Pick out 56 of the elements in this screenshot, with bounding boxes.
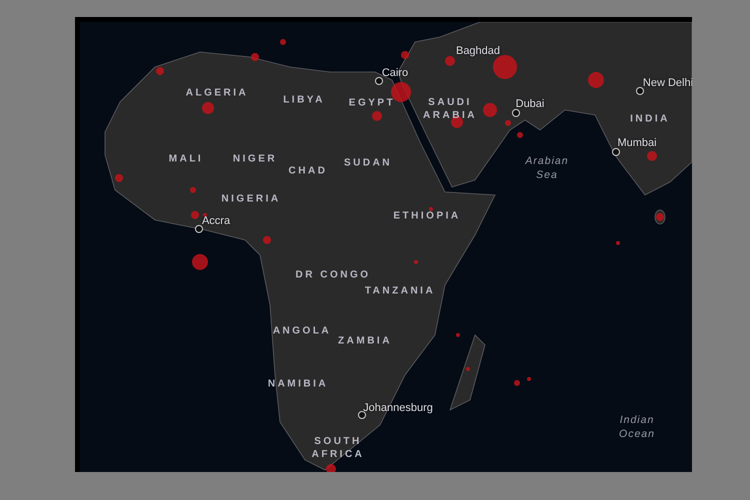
case-bubble	[616, 241, 620, 245]
city-dot	[636, 87, 644, 95]
case-bubble	[202, 102, 214, 114]
country-label: CHAD	[288, 164, 328, 178]
country-label: INDIA	[630, 112, 670, 126]
case-bubble	[192, 254, 208, 270]
country-label: ETHIOPIA	[393, 210, 461, 222]
country-label: ALGERIA	[186, 86, 248, 100]
case-bubble	[391, 82, 411, 102]
country-label: TANZANIA	[364, 284, 436, 298]
case-bubble	[647, 151, 657, 161]
case-bubble	[156, 67, 164, 75]
case-bubble	[190, 187, 196, 193]
case-bubble	[656, 213, 664, 221]
water-label: Arabian Sea	[525, 154, 569, 182]
country-label: NIGER	[232, 152, 278, 166]
country-label: MALI	[168, 152, 204, 166]
case-bubble	[326, 464, 336, 472]
country-label: ZAMBIA	[338, 334, 392, 348]
case-bubble	[414, 260, 418, 264]
country-label: SOUTH AFRICA	[312, 435, 364, 461]
country-label: NAMIBIA	[268, 378, 328, 390]
case-bubble	[451, 116, 463, 128]
country-label: DR CONGO	[296, 268, 370, 282]
case-bubble	[514, 380, 520, 386]
case-bubble	[115, 174, 123, 182]
city-label: New Delhi	[642, 77, 692, 89]
city-dot	[195, 225, 203, 233]
case-bubble	[251, 53, 259, 61]
case-bubble	[372, 111, 382, 121]
city-label: Dubai	[516, 98, 544, 110]
case-bubble	[429, 207, 433, 211]
case-bubble	[527, 377, 531, 381]
country-label: SUDAN	[344, 156, 392, 170]
city-label: Accra	[202, 215, 230, 227]
case-bubble	[280, 39, 286, 45]
case-bubble	[466, 367, 470, 371]
city-label: Mumbai	[617, 137, 657, 149]
water-label: Indian Ocean	[619, 413, 655, 441]
case-bubble	[401, 51, 409, 59]
city-label: Johannesburg	[363, 402, 433, 414]
case-bubble	[263, 236, 271, 244]
city-dot	[512, 109, 520, 117]
country-label: LIBYA	[283, 94, 325, 106]
country-label: NIGERIA	[221, 192, 281, 206]
case-bubble	[445, 56, 455, 66]
city-label: Baghdad	[456, 45, 500, 57]
case-bubble	[493, 55, 517, 79]
case-bubble	[456, 333, 460, 337]
case-bubble	[483, 103, 497, 117]
country-label: SAUDI ARABIA	[423, 96, 477, 122]
city-dot	[612, 148, 620, 156]
case-bubble	[588, 72, 604, 88]
city-label: Cairo	[382, 67, 408, 79]
country-label: ANGOLA	[272, 324, 332, 338]
country-label: EGYPT	[348, 96, 396, 110]
